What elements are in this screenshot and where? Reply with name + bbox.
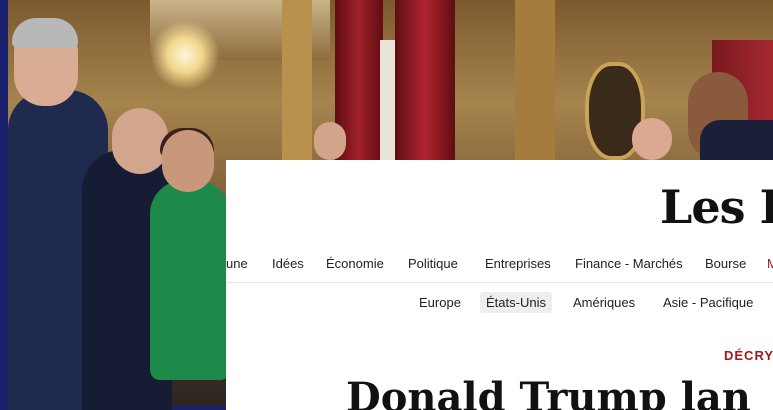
photo-column [282, 0, 312, 160]
photo-person-hair [12, 18, 78, 48]
nav-item-bourse[interactable]: Bourse [705, 256, 746, 271]
nav-divider [226, 282, 773, 283]
subnav-item-ameriques[interactable]: Amériques [567, 292, 641, 313]
photo-column [515, 0, 555, 160]
nav-item-economie[interactable]: Économie [326, 256, 384, 271]
subnav-item-etats-unis[interactable]: États-Unis [480, 292, 552, 313]
photo-person-head [112, 108, 168, 174]
photo-person [150, 180, 230, 380]
photo-person-head [632, 118, 672, 160]
nav-item-m[interactable]: M [767, 256, 773, 271]
article-kicker: DÉCRY [724, 348, 773, 363]
photo-person-head [314, 122, 346, 160]
nav-item-une[interactable]: une [226, 256, 248, 271]
subnav-item-europe[interactable]: Europe [413, 292, 467, 313]
nav-item-entreprises[interactable]: Entreprises [485, 256, 551, 271]
photo-frame-left [0, 0, 8, 410]
photo-chandelier [150, 20, 220, 90]
photo-person-head [162, 130, 214, 192]
nav-item-politique[interactable]: Politique [408, 256, 458, 271]
article-headline[interactable]: Donald Trump lan [346, 374, 751, 410]
nav-item-finance-marches[interactable]: Finance - Marchés [575, 256, 683, 271]
site-logo[interactable]: Les E [660, 180, 773, 234]
subnav-item-asie-pacifique[interactable]: Asie - Pacifique [657, 292, 759, 313]
nav-item-idees[interactable]: Idées [272, 256, 304, 271]
photo-curtain [395, 0, 455, 160]
photo-person [700, 120, 773, 160]
article-page: Les E une Idées Économie Politique Entre… [226, 160, 773, 410]
